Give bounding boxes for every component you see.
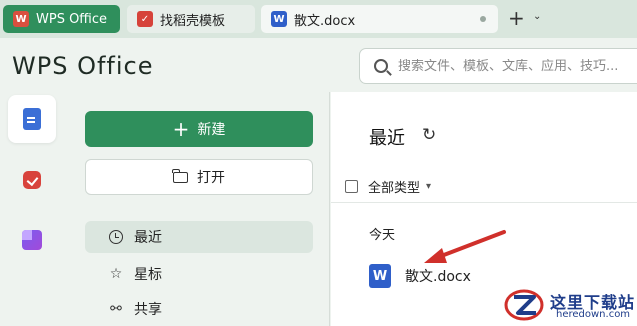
nav-item-label: 星标 [134, 267, 162, 283]
nav-item-shared[interactable]: ⚯ 共享 [85, 293, 313, 325]
plus-icon: + [172, 117, 190, 141]
rail-apps-button[interactable] [8, 216, 56, 264]
select-all-checkbox[interactable] [345, 180, 358, 193]
divider [331, 202, 637, 203]
search-icon [374, 59, 388, 73]
tab-document[interactable]: W 散文.docx [261, 5, 498, 33]
chevron-down-icon[interactable]: ⌄ [533, 11, 541, 22]
daoke-icon: ✓ [137, 11, 153, 27]
apps-icon [22, 230, 42, 250]
nav-item-label: 最近 [134, 230, 162, 246]
rail-daoke-button[interactable] [8, 156, 56, 204]
type-filter[interactable]: 全部类型 ▾ [345, 177, 431, 196]
nav-item-label: 共享 [134, 302, 162, 318]
unsaved-dot-icon [480, 16, 486, 22]
star-icon: ☆ [109, 266, 123, 282]
tab-find-templates[interactable]: ✓ 找稻壳模板 [127, 5, 255, 33]
wps-logo-icon: W [13, 11, 29, 27]
watermark: 这里下载站 heredown.com [500, 286, 637, 326]
new-tab-plus-icon[interactable]: + [508, 7, 525, 29]
type-filter-label: 全部类型 [368, 181, 421, 196]
search-box[interactable] [359, 48, 637, 84]
tab-label: WPS Office [36, 11, 108, 27]
nav-panel: + 新建 打开 最近 ☆ 星标 ⚯ 共享 [70, 92, 330, 326]
left-rail [0, 92, 66, 326]
nav-item-recent[interactable]: 最近 [85, 221, 313, 253]
tab-bar: W WPS Office ✓ 找稻壳模板 W 散文.docx + ⌄ [0, 0, 637, 38]
folder-icon [172, 168, 188, 183]
open-button[interactable]: 打开 [85, 159, 313, 195]
rail-documents-button[interactable] [8, 95, 56, 143]
chevron-down-icon: ▾ [426, 181, 432, 192]
share-icon: ⚯ [110, 301, 122, 317]
search-input[interactable] [398, 58, 637, 74]
watermark-url: heredown.com [556, 309, 631, 320]
annotation-arrow-icon [424, 230, 506, 263]
word-doc-icon: W [369, 264, 391, 288]
group-heading-today: 今天 [369, 228, 396, 243]
file-name: 散文.docx [405, 269, 471, 285]
tab-label: 找稻壳模板 [160, 13, 226, 29]
tab-wps-office[interactable]: W WPS Office [3, 5, 120, 33]
open-button-label: 打开 [197, 170, 225, 186]
clock-icon [109, 230, 123, 244]
new-button[interactable]: + 新建 [85, 111, 313, 147]
new-button-label: 新建 [197, 122, 226, 138]
word-doc-icon: W [271, 11, 287, 27]
app-logo: WPS Office [12, 52, 154, 80]
page-title: 最近 [369, 128, 405, 149]
daoke-icon [23, 171, 41, 189]
refresh-icon[interactable]: ↻ [422, 125, 436, 145]
nav-item-starred[interactable]: ☆ 星标 [85, 258, 313, 290]
tab-label: 散文.docx [294, 13, 356, 29]
document-icon [23, 108, 41, 130]
watermark-logo-icon [504, 289, 544, 321]
